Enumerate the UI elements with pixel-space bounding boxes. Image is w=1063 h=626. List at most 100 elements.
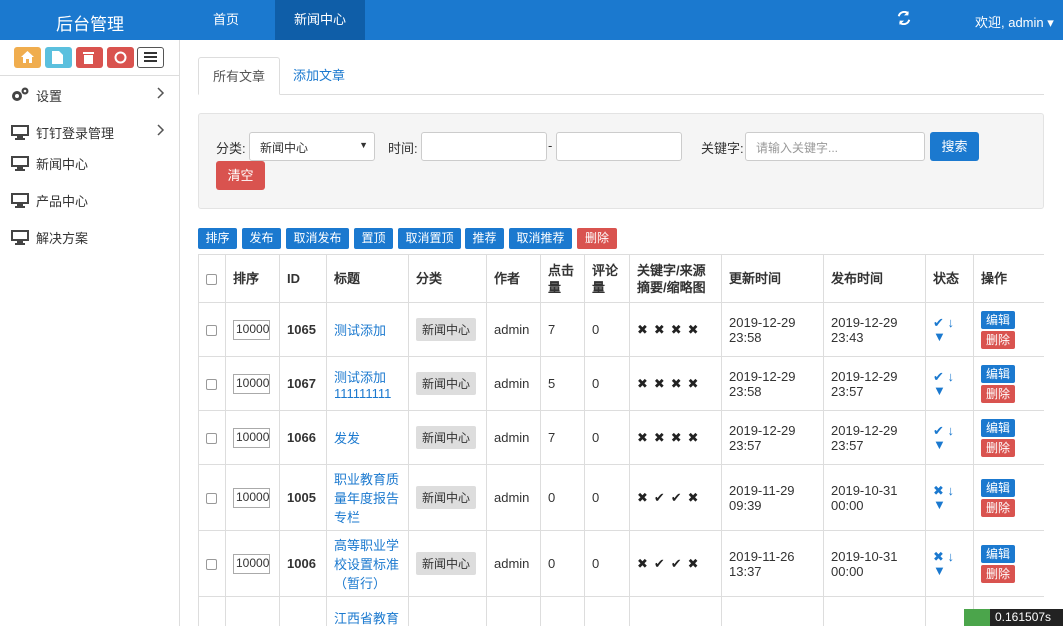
flags-cell: ✖✖✖✖ bbox=[629, 410, 722, 465]
title-link[interactable]: 职业教育质量年度报告专栏 bbox=[334, 472, 399, 525]
title-link[interactable]: 高等职业学校设置标准（暂行） bbox=[334, 538, 399, 591]
publish-button[interactable]: 发布 bbox=[242, 228, 281, 249]
table-row: 江西省教育厅 江西省 bbox=[198, 596, 1044, 626]
status-icons[interactable]: ✖ ↓ bbox=[933, 483, 966, 498]
title-link[interactable]: 测试添加 bbox=[334, 323, 386, 338]
nav-news-center[interactable]: 新闻中心 bbox=[275, 0, 365, 40]
end-date-input[interactable] bbox=[556, 132, 682, 161]
thumbs-down-icon[interactable]: ▼ bbox=[933, 437, 966, 452]
clicks-cell: 5 bbox=[540, 356, 585, 411]
list-shortcut-button[interactable] bbox=[137, 47, 164, 68]
delete-button[interactable]: 删除 bbox=[577, 228, 617, 249]
edit-button[interactable]: 编辑 bbox=[981, 418, 1016, 437]
row-delete-button[interactable]: 删除 bbox=[981, 564, 1016, 583]
thumbs-down-icon[interactable]: ▼ bbox=[933, 329, 966, 344]
status-icons[interactable]: ✔ ↓ bbox=[933, 369, 966, 384]
title-cell[interactable]: 职业教育质量年度报告专栏 bbox=[326, 464, 409, 531]
edit-button[interactable]: 编辑 bbox=[981, 544, 1016, 563]
search-button[interactable]: 搜索 bbox=[930, 132, 979, 161]
row-checkbox[interactable] bbox=[198, 464, 226, 531]
row-delete-button[interactable]: 删除 bbox=[981, 384, 1016, 403]
category-select[interactable]: 新闻中心 ▼ bbox=[249, 132, 375, 161]
title-cell[interactable]: 发发 bbox=[326, 410, 409, 465]
row-checkbox[interactable] bbox=[198, 302, 226, 357]
sort-input[interactable]: 10000 bbox=[233, 319, 270, 340]
row-delete-button[interactable]: 删除 bbox=[981, 438, 1016, 457]
sidebar-item-products[interactable]: 产品中心 bbox=[0, 185, 179, 215]
home-shortcut-button[interactable] bbox=[14, 47, 41, 68]
status-cell[interactable]: ✖ ↓ ▼ bbox=[925, 464, 974, 531]
status-icons[interactable]: ✔ ↓ bbox=[933, 423, 966, 438]
column-header-title: 标题 bbox=[326, 254, 409, 303]
recycle-shortcut-button[interactable] bbox=[107, 47, 134, 68]
sort-cell[interactable]: 10000 bbox=[225, 464, 280, 531]
author-cell bbox=[486, 596, 541, 626]
row-checkbox[interactable] bbox=[198, 410, 226, 465]
sort-cell[interactable]: 10000 bbox=[225, 356, 280, 411]
refresh-icon[interactable] bbox=[897, 10, 913, 27]
category-badge: 新闻中心 bbox=[416, 318, 477, 341]
row-delete-button[interactable]: 删除 bbox=[981, 330, 1016, 349]
sort-cell[interactable]: 10000 bbox=[225, 302, 280, 357]
sort-input[interactable]: 10000 bbox=[233, 427, 270, 448]
sort-cell[interactable]: 10000 bbox=[225, 530, 280, 597]
brand-title[interactable]: 后台管理 bbox=[56, 10, 124, 35]
title-link[interactable]: 测试添加111111111 bbox=[334, 370, 391, 401]
thumbs-down-icon[interactable]: ▼ bbox=[933, 497, 966, 512]
tab-all-articles[interactable]: 所有文章 bbox=[198, 57, 281, 95]
title-cell[interactable]: 江西省教育厅 江西省 bbox=[326, 596, 409, 626]
column-header-actions: 操作 bbox=[973, 254, 1044, 303]
author-cell: admin bbox=[486, 356, 541, 411]
unpin-button[interactable]: 取消置顶 bbox=[398, 228, 461, 249]
sidebar-item-solutions[interactable]: 解决方案 bbox=[0, 222, 179, 252]
sort-input[interactable]: 10000 bbox=[233, 373, 270, 394]
trash-shortcut-button[interactable] bbox=[76, 47, 103, 68]
user-menu[interactable]: 欢迎, admin ▾ bbox=[975, 12, 1054, 31]
title-cell[interactable]: 高等职业学校设置标准（暂行） bbox=[326, 530, 409, 597]
status-icons[interactable]: ✖ ↓ bbox=[933, 549, 966, 564]
nav-home[interactable]: 首页 bbox=[190, 0, 262, 40]
edit-button[interactable]: 编辑 bbox=[981, 478, 1016, 497]
title-cell[interactable]: 测试添加 bbox=[326, 302, 409, 357]
row-checkbox[interactable] bbox=[198, 356, 226, 411]
keyword-label: 关键字: bbox=[701, 141, 744, 156]
title-cell[interactable]: 测试添加111111111 bbox=[326, 356, 409, 411]
unpublish-button[interactable]: 取消发布 bbox=[286, 228, 349, 249]
sort-cell[interactable]: 10000 bbox=[225, 410, 280, 465]
keyword-input[interactable]: 请输入关键字... bbox=[745, 132, 925, 161]
recommend-button[interactable]: 推荐 bbox=[465, 228, 504, 249]
row-checkbox[interactable] bbox=[198, 530, 226, 597]
row-checkbox[interactable] bbox=[198, 596, 226, 626]
row-delete-button[interactable]: 删除 bbox=[981, 498, 1016, 517]
flags-cell: ✖✔✔✖ bbox=[629, 464, 722, 531]
thumbs-down-icon[interactable]: ▼ bbox=[933, 563, 966, 578]
status-cell[interactable]: ✖ ↓ ▼ bbox=[925, 530, 974, 597]
thumbs-down-icon[interactable]: ▼ bbox=[933, 383, 966, 398]
edit-button[interactable]: 编辑 bbox=[981, 310, 1016, 329]
clear-button[interactable]: 清空 bbox=[216, 161, 265, 190]
file-shortcut-button[interactable] bbox=[45, 47, 72, 68]
status-cell[interactable]: ✔ ↓ ▼ bbox=[925, 302, 974, 357]
sort-button[interactable]: 排序 bbox=[198, 228, 237, 249]
sidebar-item-dingtalk[interactable]: 钉钉登录管理 bbox=[0, 117, 179, 147]
comments-cell: 0 bbox=[584, 530, 630, 597]
unrecommend-button[interactable]: 取消推荐 bbox=[509, 228, 572, 249]
tab-add-article[interactable]: 添加文章 bbox=[279, 57, 359, 95]
sort-input[interactable]: 10000 bbox=[233, 487, 270, 508]
pin-button[interactable]: 置顶 bbox=[354, 228, 393, 249]
sidebar-item-news[interactable]: 新闻中心 bbox=[0, 148, 179, 178]
sidebar-item-settings[interactable]: 设置 bbox=[0, 80, 179, 110]
status-cell[interactable]: ✔ ↓ ▼ bbox=[925, 356, 974, 411]
title-link[interactable]: 发发 bbox=[334, 431, 360, 446]
sort-cell[interactable] bbox=[225, 596, 280, 626]
monitor-icon bbox=[11, 229, 29, 248]
edit-button[interactable]: 编辑 bbox=[981, 364, 1016, 383]
start-date-input[interactable] bbox=[421, 132, 547, 161]
status-cell[interactable]: ✔ ↓ ▼ bbox=[925, 410, 974, 465]
title-link[interactable]: 江西省教育厅 江西省 bbox=[334, 611, 399, 626]
sort-input[interactable]: 10000 bbox=[233, 553, 270, 574]
status-icons[interactable]: ✔ ↓ bbox=[933, 315, 966, 330]
sidebar-item-label: 设置 bbox=[36, 89, 63, 104]
updated-cell: 2019-11-26 13:37 bbox=[721, 530, 824, 597]
select-all-checkbox[interactable] bbox=[198, 254, 226, 303]
